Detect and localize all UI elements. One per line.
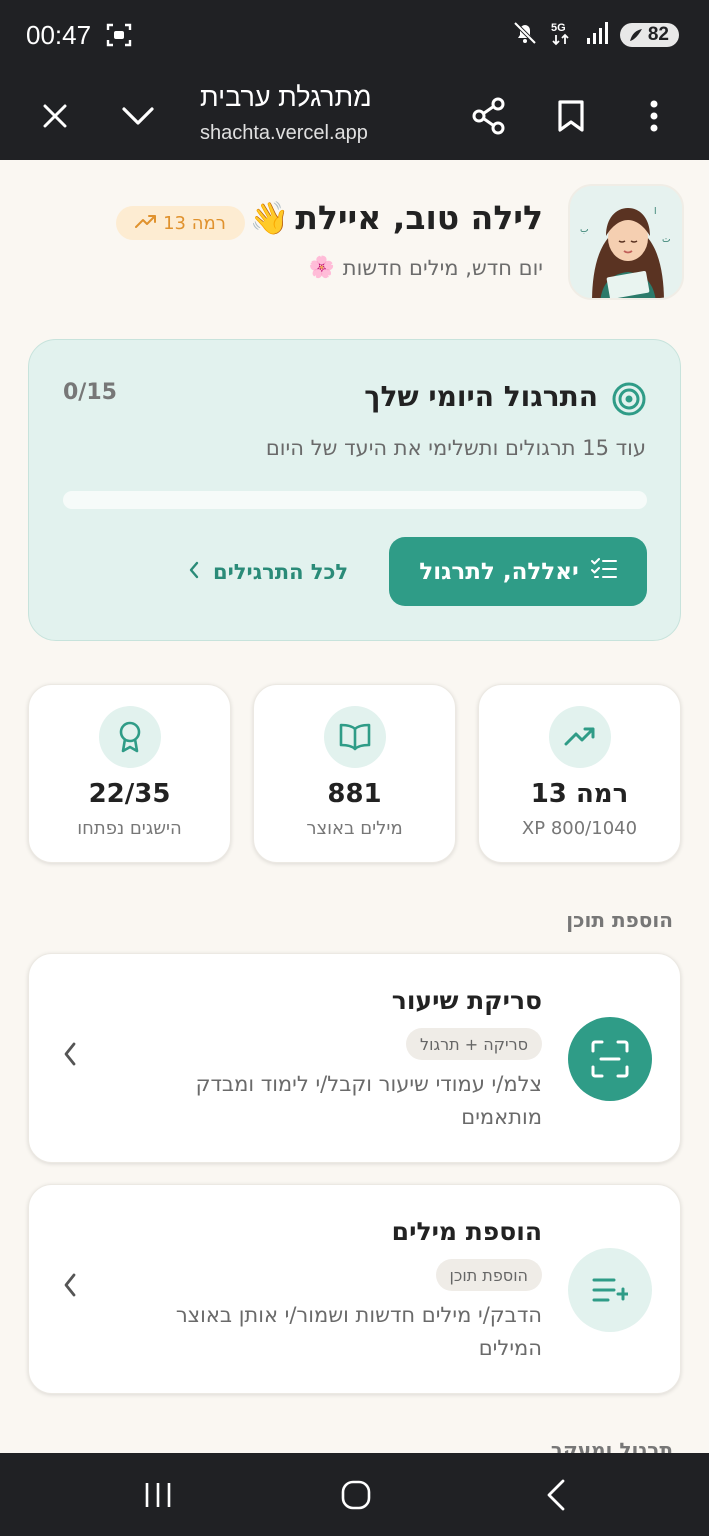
add-words-card[interactable]: הוספת מילים הוספת תוכן הדבק/י מילים חדשו… — [28, 1184, 681, 1394]
stat-value: 881 — [327, 779, 382, 809]
scan-lesson-card[interactable]: סריקת שיעור סריקה + תרגול צלמ/י עמודי שי… — [28, 953, 681, 1163]
list-plus-icon — [568, 1248, 652, 1332]
daily-progress-bar — [63, 491, 647, 509]
greeting: לילה טוב, איילת 👋 — [249, 198, 543, 237]
share-icon[interactable] — [465, 92, 513, 140]
action-description: צלמ/י עמודי שיעור וקבל/י לימוד ומבדק מות… — [195, 1072, 542, 1129]
action-title: סריקת שיעור — [391, 986, 542, 1015]
daily-count: 0/15 — [63, 380, 117, 405]
screen-record-icon — [106, 22, 132, 52]
page-title: מתרגלת ערבית — [200, 82, 372, 112]
chevron-down-icon[interactable] — [114, 92, 162, 140]
daily-subtitle: עוד 15 תרגולים ותשלימי את היעד של היום — [265, 436, 646, 460]
svg-text:ت: ت — [662, 235, 670, 245]
daily-practice-card: התרגול היומי שלך 0/15 עוד 15 תרגולים ותש… — [28, 339, 681, 641]
all-exercises-label: לכל התרגילים — [213, 560, 349, 584]
signal-icon — [586, 21, 608, 49]
trending-up-icon — [135, 213, 157, 234]
svg-text:5G: 5G — [551, 22, 566, 34]
start-practice-button[interactable]: יאללה, לתרגול — [389, 537, 647, 606]
system-nav-bar — [0, 1453, 709, 1536]
recent-apps-icon[interactable] — [134, 1473, 182, 1517]
browser-toolbar: מתרגלת ערבית shachta.vercel.app — [0, 72, 709, 160]
bookmark-icon[interactable] — [547, 92, 595, 140]
waving-hand-icon: 👋 — [249, 198, 290, 237]
stat-card-words[interactable]: 881 מילים באוצר — [253, 684, 456, 863]
chevron-left-icon — [63, 1273, 77, 1301]
battery-level: 82 — [647, 24, 669, 45]
stat-label: XP 800/1040 — [521, 818, 638, 839]
checklist-icon — [590, 557, 617, 587]
home-icon[interactable] — [332, 1473, 380, 1517]
blossom-icon: 🌸 — [308, 255, 335, 279]
trending-up-icon — [549, 706, 611, 768]
status-time: 00:47 — [26, 20, 92, 50]
action-badge: הוספת תוכן — [435, 1259, 542, 1291]
greeting-text: לילה טוב, איילת — [295, 198, 543, 237]
action-title: הוספת מילים — [391, 1217, 542, 1246]
more-menu-icon[interactable] — [630, 92, 678, 140]
scan-icon — [568, 1017, 652, 1101]
all-exercises-link[interactable]: לכל התרגילים — [189, 560, 348, 584]
award-icon — [99, 706, 161, 768]
action-badge: סריקה + תרגול — [406, 1028, 542, 1060]
chevron-left-icon — [189, 560, 199, 584]
close-icon[interactable] — [31, 92, 79, 140]
target-icon — [612, 382, 646, 420]
svg-text:ب: ب — [580, 225, 588, 235]
stat-label: מילים באוצר — [306, 818, 403, 839]
section-title-add-content: הוספת תוכן — [566, 908, 673, 932]
action-description: הדבק/י מילים חדשות ושמור/י אותן באוצר המ… — [175, 1303, 542, 1360]
stat-value: 22/35 — [88, 779, 171, 809]
chevron-left-icon — [63, 1042, 77, 1070]
stat-card-achievements[interactable]: 22/35 הישגים נפתחו — [28, 684, 231, 863]
battery-icon: 82 — [619, 23, 679, 47]
stat-card-level[interactable]: רמה 13 XP 800/1040 — [478, 684, 681, 863]
stat-value: רמה 13 — [530, 779, 629, 809]
level-badge-label: רמה 13 — [163, 212, 226, 234]
level-badge: רמה 13 — [116, 206, 245, 240]
status-bar: 00:47 5G 82 — [0, 0, 709, 72]
mute-icon — [512, 20, 538, 50]
5g-icon: 5G — [550, 20, 574, 50]
stat-label: הישגים נפתחו — [77, 818, 182, 839]
page-url: shachta.vercel.app — [200, 122, 368, 144]
back-icon[interactable] — [532, 1473, 580, 1517]
daily-title: התרגול היומי שלך — [364, 380, 598, 413]
svg-text:ا: ا — [654, 207, 657, 217]
subtitle-text: יום חדש, מילים חדשות — [342, 255, 543, 280]
avatar[interactable]: ا ت ب — [568, 184, 684, 300]
subtitle: יום חדש, מילים חדשות 🌸 — [309, 255, 543, 280]
start-practice-label: יאללה, לתרגול — [419, 558, 579, 585]
book-icon — [324, 706, 386, 768]
